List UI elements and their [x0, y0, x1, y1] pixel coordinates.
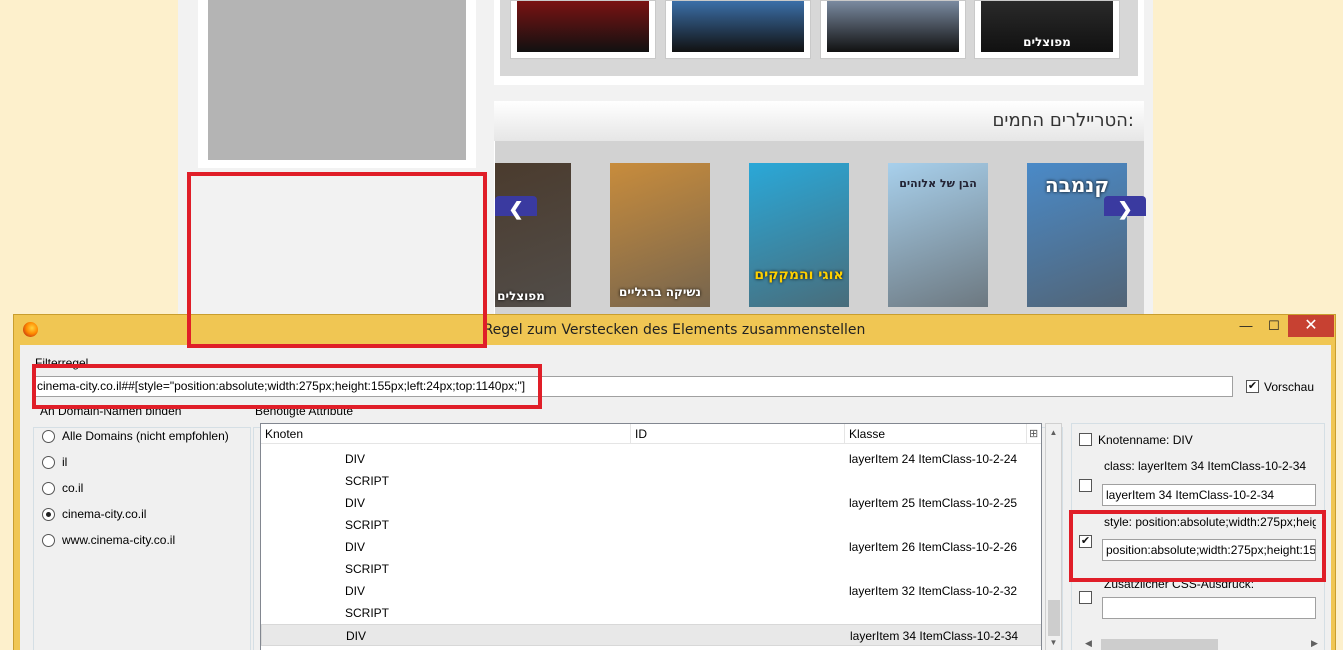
movie-poster[interactable] [665, 0, 811, 59]
column-class[interactable]: Klasse [845, 424, 1027, 444]
style-checkbox[interactable] [1079, 535, 1092, 548]
column-picker-icon[interactable]: ⊞ [1029, 427, 1038, 440]
table-row[interactable]: DIV layerItem 26 ItemClass-10-2-26 [261, 536, 1041, 558]
node-cell: DIV [345, 584, 366, 598]
radio-button[interactable] [42, 482, 55, 495]
filter-rule-input[interactable]: cinema-city.co.il##[style="position:abso… [33, 376, 1233, 397]
table-row-selected[interactable]: DIV layerItem 34 ItemClass-10-2-34 [261, 624, 1041, 646]
trailer-poster[interactable]: הבן של אלוהים [888, 163, 988, 307]
class-attribute-input[interactable]: layerItem 34 ItemClass-10-2-34 [1102, 484, 1316, 506]
poster-title: קנמבה [1044, 173, 1110, 197]
extra-css-label: Zusätzlicher CSS-Ausdruck: [1104, 577, 1255, 591]
column-id[interactable]: ID [631, 424, 845, 444]
preview-checkbox[interactable] [1246, 380, 1259, 393]
trailer-poster[interactable]: נשיקה ברגליים [610, 163, 710, 307]
node-tree[interactable]: Knoten ID Klasse ⊞ DIV layerItem 24 ItemC… [260, 423, 1042, 650]
node-cell: DIV [345, 496, 366, 510]
domain-option-label: cinema-city.co.il [62, 507, 147, 521]
movie-poster[interactable] [820, 0, 966, 59]
domain-option-label: il [62, 455, 68, 469]
extra-css-checkbox[interactable] [1079, 591, 1092, 604]
preview-label: Vorschau [1264, 380, 1315, 394]
tree-vertical-scrollbar[interactable]: ▲ ▼ [1045, 423, 1062, 650]
node-cell: DIV [345, 452, 366, 466]
filter-rule-label: Filterregel [35, 356, 89, 370]
node-cell: SCRIPT [345, 606, 390, 620]
dialog-titlebar[interactable]: Regel zum Verstecken des Elements zusamm… [14, 315, 1335, 345]
table-row[interactable]: SCRIPT [261, 514, 1041, 536]
node-name-checkbox[interactable] [1079, 433, 1092, 446]
dialog-title: Regel zum Verstecken des Elements zusamm… [483, 322, 866, 338]
minimize-button[interactable]: — [1232, 315, 1260, 337]
table-row[interactable]: DIV layerItem 32 ItemClass-10-2-32 [261, 580, 1041, 602]
poster-title: מפוצלים [1023, 35, 1071, 49]
column-node[interactable]: Knoten [261, 424, 631, 444]
carousel-next-button[interactable]: ❯ [1104, 196, 1146, 219]
carousel-prev-button[interactable]: ❮ [495, 196, 537, 219]
style-attribute-label: style: position:absolute;width:275px;hei… [1104, 515, 1316, 529]
table-row[interactable]: SCRIPT [261, 558, 1041, 580]
table-row[interactable]: DIV layerItem 25 ItemClass-10-2-25 [261, 492, 1041, 514]
extra-css-input[interactable] [1102, 597, 1316, 619]
trailer-poster[interactable]: אוגי והמקקים [749, 163, 849, 307]
node-cell: DIV [346, 629, 367, 643]
class-cell: layerItem 32 ItemClass-10-2-32 [849, 584, 1018, 598]
class-checkbox[interactable] [1079, 479, 1092, 492]
radio-button[interactable] [42, 430, 55, 443]
poster-title: הבן של אלוהים [899, 177, 977, 190]
maximize-button[interactable]: ☐ [1260, 315, 1288, 337]
class-attribute-label: class: layerItem 34 ItemClass-10-2-34 [1104, 459, 1307, 473]
poster-title: אוגי והמקקים [754, 267, 844, 283]
trailer-poster[interactable]: קנמבה [1027, 163, 1127, 307]
trailers-carousel: מפוצלים נשיקה ברגליים אוגי והמקקים הבן ש… [495, 141, 1144, 321]
hot-trailers-section: הטריילרים החמים: מפוצלים נשיקה ברגליים א… [494, 101, 1144, 321]
scroll-left-arrow-icon[interactable]: ◀ [1085, 638, 1092, 649]
trailers-title: הטריילרים החמים: [992, 110, 1134, 131]
poster-title: מפוצלים [497, 289, 545, 303]
node-cell: SCRIPT [345, 474, 390, 488]
class-cell: layerItem 25 ItemClass-10-2-25 [849, 496, 1018, 510]
scroll-right-arrow-icon[interactable]: ▶ [1311, 638, 1318, 649]
attributes-group-label: Benötigte Attribute [255, 404, 354, 418]
domain-group-label: An Domain-Namen binden [40, 404, 182, 418]
class-cell: layerItem 26 ItemClass-10-2-26 [849, 540, 1018, 554]
domain-option-label: www.cinema-city.co.il [62, 533, 176, 547]
panel-horizontal-scrollbar[interactable]: ◀ ▶ [1081, 636, 1324, 650]
domain-option-label: co.il [62, 481, 84, 495]
close-button[interactable]: ✕ [1288, 315, 1334, 337]
trailers-header: הטריילרים החמים: [494, 101, 1144, 141]
class-cell: layerItem 34 ItemClass-10-2-34 [850, 629, 1019, 643]
node-cell: SCRIPT [345, 518, 390, 532]
scrollbar-thumb[interactable] [1101, 639, 1218, 650]
radio-button[interactable] [42, 508, 55, 521]
node-cell: SCRIPT [345, 562, 390, 576]
poster-title: נשיקה ברגליים [619, 285, 701, 299]
tree-header: Knoten ID Klasse ⊞ [261, 424, 1041, 444]
ad-placeholder [208, 0, 466, 160]
movie-poster[interactable] [510, 0, 656, 59]
domain-option-label: Alle Domains (nicht empfohlen) [62, 429, 229, 443]
hide-element-dialog: Regel zum Verstecken des Elements zusamm… [13, 314, 1336, 650]
radio-button[interactable] [42, 456, 55, 469]
scroll-down-arrow-icon[interactable]: ▼ [1046, 638, 1061, 647]
scroll-up-arrow-icon[interactable]: ▲ [1046, 428, 1061, 437]
table-row[interactable]: SCRIPT [261, 470, 1041, 492]
class-cell: layerItem 24 ItemClass-10-2-24 [849, 452, 1018, 466]
style-attribute-input[interactable]: position:absolute;width:275px;height:155… [1102, 539, 1316, 561]
radio-button[interactable] [42, 534, 55, 547]
node-cell: DIV [345, 540, 366, 554]
node-name-label: Knotenname: DIV [1098, 433, 1193, 447]
trailer-poster[interactable]: מפוצלים [495, 163, 571, 307]
table-row[interactable]: SCRIPT [261, 602, 1041, 624]
dialog-body: Filterregel cinema-city.co.il##[style="p… [20, 345, 1331, 650]
movie-poster[interactable]: מפוצלים [974, 0, 1120, 59]
table-row[interactable]: DIV layerItem 24 ItemClass-10-2-24 [261, 448, 1041, 470]
scrollbar-thumb[interactable] [1048, 600, 1060, 636]
